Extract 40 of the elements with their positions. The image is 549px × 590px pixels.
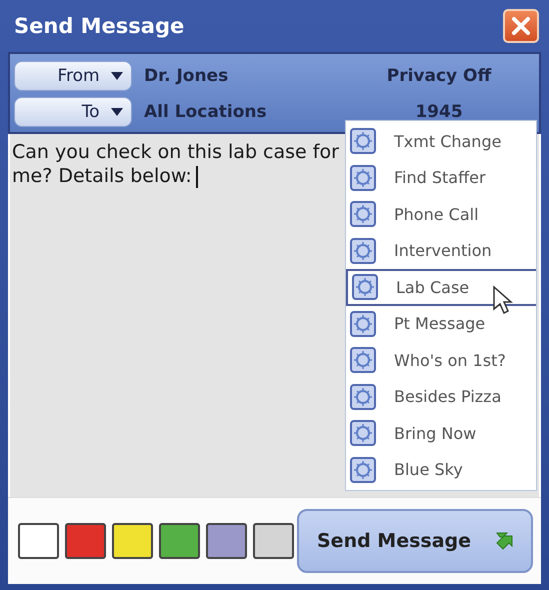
menu-item[interactable]: Find Staffer	[346, 160, 536, 196]
color-swatch[interactable]	[18, 523, 59, 559]
menu-item[interactable]: Txmt Change	[346, 123, 536, 160]
color-swatch[interactable]	[206, 523, 247, 559]
gear-icon	[350, 347, 376, 374]
message-number: 1945	[414, 102, 464, 122]
menu-item[interactable]: Intervention	[346, 232, 536, 269]
gear-icon	[350, 238, 376, 264]
gear-icon	[350, 420, 376, 446]
caret-icon	[111, 108, 123, 116]
gear-icon	[350, 128, 376, 154]
privacy-toggle[interactable]: Privacy Off	[374, 66, 504, 86]
caret-icon	[111, 72, 123, 80]
menu-item[interactable]: Pt Message	[346, 306, 536, 342]
to-dropdown[interactable]: To	[14, 97, 132, 127]
gear-icon	[352, 274, 378, 300]
menu-item[interactable]: Who's on 1st?	[346, 342, 536, 378]
close-icon	[510, 15, 532, 37]
close-button[interactable]	[503, 9, 539, 43]
menu-item[interactable]: Phone Call	[346, 196, 536, 232]
message-field[interactable]: Can you check on this lab case for me? Details below:	[10, 134, 345, 474]
gear-icon	[350, 201, 376, 228]
send-message-button[interactable]: Send Message	[297, 509, 533, 573]
gear-icon	[350, 384, 376, 410]
gear-icon	[350, 456, 376, 483]
color-swatch[interactable]	[112, 523, 153, 559]
pointer-icon	[492, 285, 514, 315]
gear-icon	[350, 164, 376, 191]
recipient-name: All Locations	[144, 102, 268, 122]
from-dropdown[interactable]: From	[14, 61, 132, 91]
gear-icon	[350, 310, 376, 337]
sender-name: Dr. Jones	[144, 66, 230, 86]
menu-item[interactable]: Bring Now	[346, 415, 536, 452]
text-cursor	[196, 166, 198, 188]
color-swatch[interactable]	[159, 523, 200, 559]
color-swatch[interactable]	[253, 523, 294, 559]
window-title: Send Message	[14, 14, 184, 38]
menu-item[interactable]: Besides Pizza	[346, 378, 536, 415]
menu-item[interactable]: Blue Sky	[346, 452, 536, 488]
color-swatch[interactable]	[65, 523, 106, 559]
